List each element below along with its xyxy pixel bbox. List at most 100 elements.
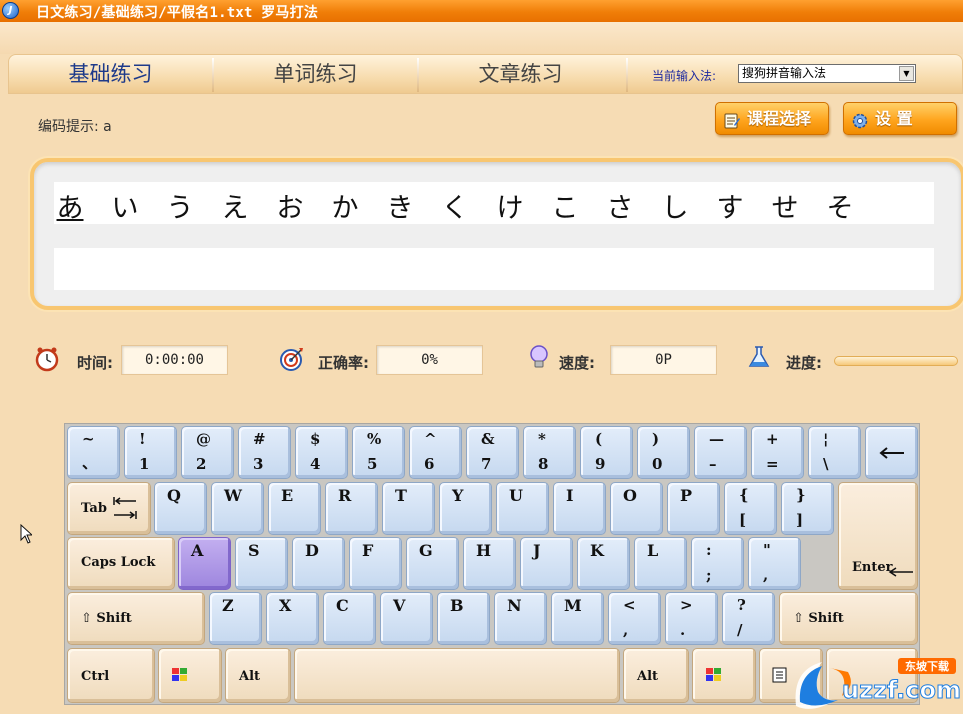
key-comma[interactable]: <, <box>608 592 661 645</box>
key-upper-symbol: < <box>623 596 636 614</box>
key-shift-label: ⇧ Shift <box>793 611 844 626</box>
key-letter: B <box>450 596 464 615</box>
speed-label: 速度: <box>559 354 595 372</box>
key-b[interactable]: B <box>437 592 490 645</box>
arrow-left-icon <box>878 445 906 464</box>
notepad-icon <box>723 109 741 129</box>
tab-basic-practice[interactable]: 基础练习 <box>9 55 212 93</box>
key-shift-text: Shift <box>808 611 844 626</box>
key-y[interactable]: Y <box>439 482 492 535</box>
tab-word-practice[interactable]: 单词练习 <box>214 55 417 93</box>
mouse-cursor-icon <box>20 523 34 544</box>
key-x[interactable]: X <box>266 592 319 645</box>
key-caps-lock[interactable]: Caps Lock <box>67 537 175 590</box>
kana-char: す <box>716 193 744 224</box>
key-t[interactable]: T <box>382 482 435 535</box>
key-period[interactable]: >. <box>665 592 718 645</box>
key-n[interactable]: N <box>494 592 547 645</box>
key-m[interactable]: M <box>551 592 604 645</box>
key-enter[interactable]: Enter <box>838 482 918 590</box>
key-8[interactable]: * 8 <box>523 426 576 479</box>
key-right-alt[interactable]: Alt <box>623 648 689 703</box>
key-left-ctrl[interactable]: Ctrl <box>67 648 155 703</box>
key-slash[interactable]: ? / <box>722 592 775 645</box>
key-lower-symbol: 6 <box>424 455 435 473</box>
key-f[interactable]: F <box>349 537 402 590</box>
key-6[interactable]: ^ 6 <box>409 426 462 479</box>
key-u[interactable]: U <box>496 482 549 535</box>
key-h[interactable]: H <box>463 537 516 590</box>
key-lower-symbol: 2 <box>196 455 207 473</box>
key-lower-symbol: [ <box>739 511 747 529</box>
key-k[interactable]: K <box>577 537 630 590</box>
key-lower-symbol: , <box>763 566 769 584</box>
key-d[interactable]: D <box>292 537 345 590</box>
key-w[interactable]: W <box>211 482 264 535</box>
practice-panel: あ い う え お か き く け こ さ し す せ そ <box>30 158 963 310</box>
key-lower-symbol: , <box>623 621 629 639</box>
key-5[interactable]: % 5 <box>352 426 405 479</box>
key-space[interactable] <box>294 648 620 703</box>
key-letter: H <box>476 541 492 560</box>
key-upper-symbol: % <box>367 430 382 448</box>
key-0[interactable]: ) 0 <box>637 426 690 479</box>
key-left-windows[interactable] <box>158 648 222 703</box>
key-upper-symbol: } <box>796 486 806 504</box>
chevron-down-icon[interactable]: ▼ <box>899 66 914 81</box>
clock-icon <box>34 346 60 372</box>
key-2[interactable]: @2 <box>181 426 234 479</box>
key-backspace[interactable] <box>865 426 918 479</box>
key-right-shift[interactable]: ⇧ Shift <box>779 592 918 645</box>
settings-button[interactable]: 设 置 <box>843 102 957 135</box>
key-upper-symbol: ) <box>652 430 660 448</box>
key-a[interactable]: A <box>178 537 231 590</box>
key-upper-symbol: — <box>709 430 724 448</box>
key-semicolon[interactable]: :; <box>691 537 744 590</box>
key-quote[interactable]: ", <box>748 537 801 590</box>
app-icon[interactable]: J <box>2 2 19 19</box>
key-left-alt[interactable]: Alt <box>225 648 291 703</box>
kana-char: お <box>276 193 304 224</box>
key-7[interactable]: & 7 <box>466 426 519 479</box>
key-j[interactable]: J <box>520 537 573 590</box>
key-9[interactable]: (9 <box>580 426 633 479</box>
key-1[interactable]: ! 1 <box>124 426 177 479</box>
kana-char: き <box>386 193 414 224</box>
settings-label: 设 置 <box>875 109 913 128</box>
key-equals[interactable]: + = <box>751 426 804 479</box>
key-r[interactable]: R <box>325 482 378 535</box>
key-l[interactable]: L <box>634 537 687 590</box>
key-p[interactable]: P <box>667 482 720 535</box>
key-s[interactable]: S <box>235 537 288 590</box>
kana-char-current: あ <box>56 193 84 224</box>
key-letter: S <box>248 541 260 560</box>
key-o[interactable]: O <box>610 482 663 535</box>
key-q[interactable]: Q <box>154 482 207 535</box>
key-shift-label: ⇧ Shift <box>81 611 132 626</box>
key-g[interactable]: G <box>406 537 459 590</box>
key-tab[interactable]: Tab <box>67 482 151 535</box>
key-minus[interactable]: — – <box>694 426 747 479</box>
tab-article-practice[interactable]: 文章练习 <box>419 55 622 93</box>
course-select-button[interactable]: 课程选择 <box>715 102 829 135</box>
key-left-shift[interactable]: ⇧ Shift <box>67 592 205 645</box>
key-i[interactable]: I <box>553 482 606 535</box>
key-right-bracket[interactable]: }] <box>781 482 834 535</box>
key-c[interactable]: C <box>323 592 376 645</box>
key-right-windows[interactable] <box>692 648 756 703</box>
key-alt-label: Alt <box>637 669 659 684</box>
typing-input-line[interactable] <box>54 248 934 290</box>
key-left-bracket[interactable]: {[ <box>724 482 777 535</box>
key-v[interactable]: V <box>380 592 433 645</box>
key-ctrl-label: Ctrl <box>81 669 110 684</box>
key-tilde[interactable]: ~、 <box>67 426 120 479</box>
key-4[interactable]: $4 <box>295 426 348 479</box>
key-backslash[interactable]: ¦ \ <box>808 426 861 479</box>
tab-separator <box>626 58 628 92</box>
key-letter: V <box>393 596 406 615</box>
key-3[interactable]: #3 <box>238 426 291 479</box>
key-lower-symbol: 0 <box>652 455 663 473</box>
key-e[interactable]: E <box>268 482 321 535</box>
key-z[interactable]: Z <box>209 592 262 645</box>
ime-select[interactable]: 搜狗拼音输入法 ▼ <box>738 64 916 83</box>
